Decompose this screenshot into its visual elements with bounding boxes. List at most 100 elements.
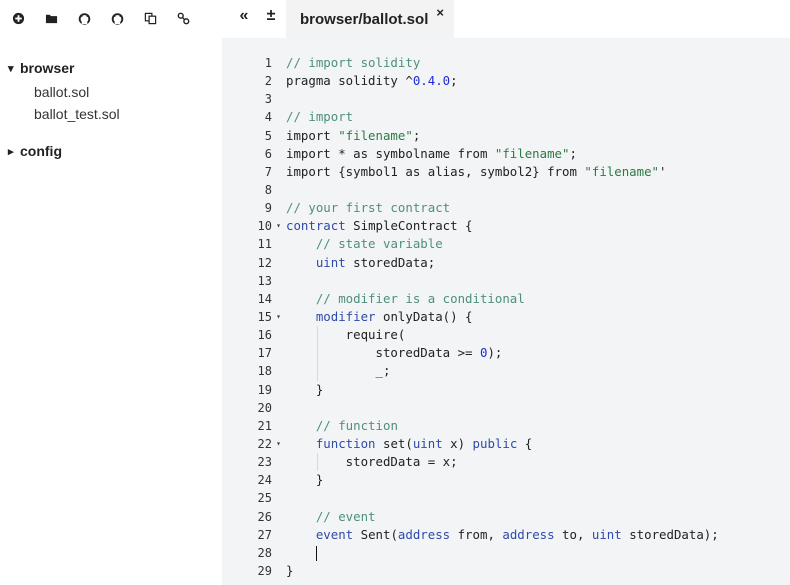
open-folder-button[interactable] — [41, 8, 61, 28]
caret-right-icon: ▸ — [8, 145, 14, 158]
code-token-plain: import * as symbolname from — [286, 145, 495, 161]
code-token-keyword: public — [472, 435, 518, 451]
collapse-panel-button[interactable]: « — [236, 6, 252, 26]
code-line[interactable]: contract SimpleContract { — [286, 217, 786, 235]
folder-icon — [45, 14, 57, 23]
fold-toggle-icon[interactable]: ▾ — [276, 217, 281, 235]
tree-file-item[interactable]: ballot.sol — [8, 81, 120, 103]
code-token-plain: x) — [442, 435, 473, 451]
publish-gist-button[interactable] — [74, 8, 94, 28]
code-line[interactable]: } — [286, 381, 786, 399]
code-token-plain: storedData); — [621, 526, 719, 542]
code-line[interactable]: _; — [286, 362, 786, 381]
increase-font-button[interactable]: ± — [263, 6, 279, 26]
line-number: 10 ▾ — [222, 217, 281, 235]
code-token-plain: ' — [659, 163, 667, 179]
tree-file-item[interactable]: ballot_test.sol — [8, 103, 120, 125]
line-number: 15 ▾ — [222, 308, 281, 326]
code-line[interactable]: // function — [286, 417, 786, 435]
code-line[interactable]: // modifier is a conditional — [286, 290, 786, 308]
code-token-plain: to, — [554, 526, 592, 542]
tree-folder-label: config — [20, 143, 62, 159]
line-number: 19 — [257, 382, 272, 397]
code-token-keyword: function — [315, 435, 376, 451]
github-alt-icon — [111, 12, 123, 25]
code-line[interactable]: storedData = x; — [286, 453, 786, 472]
line-number: 13 — [257, 273, 272, 288]
update-gist-button[interactable] — [107, 8, 127, 28]
code-token-string: "filename" — [494, 145, 570, 161]
code-line[interactable]: // event — [286, 508, 786, 526]
code-line[interactable]: // state variable — [286, 235, 786, 253]
code-line[interactable]: // import solidity — [286, 54, 786, 72]
line-number: 22 ▾ — [222, 435, 281, 453]
tree-folder-config[interactable]: ▸ config — [8, 141, 120, 161]
code-line[interactable] — [286, 399, 786, 417]
code-line[interactable] — [286, 181, 786, 199]
fold-toggle-icon[interactable]: ▾ — [276, 308, 281, 326]
code-token-plain: set( — [375, 435, 413, 451]
line-number: 27 — [257, 527, 272, 542]
code-line[interactable]: uint storedData; — [286, 254, 786, 272]
indent-guide — [316, 362, 318, 381]
code-token-plain: ); — [487, 345, 503, 361]
code-line[interactable]: // import — [286, 108, 786, 126]
code-line[interactable]: import * as symbolname from "filename"; — [286, 145, 786, 163]
code-token-comment: // import — [286, 109, 354, 125]
code-token-string: "filename" — [338, 127, 413, 143]
plus-minus-icon: ± — [266, 7, 276, 24]
code-token-string: "filename" — [584, 163, 660, 179]
close-tab-icon[interactable]: × — [436, 5, 444, 20]
text-cursor — [315, 545, 318, 561]
create-new-file-button[interactable] — [8, 8, 28, 28]
line-number: 24 — [257, 473, 272, 488]
code-token-keyword: uint — [315, 254, 346, 270]
code-token-comment: // import solidity — [286, 55, 421, 70]
line-number: 29 — [257, 563, 272, 578]
code-content[interactable]: // import solidity pragma solidity ^0.4.0… — [286, 54, 786, 580]
code-token-plain: from, — [450, 526, 503, 542]
line-number-gutter: 1 2 3 4 5 6 7 8 9 10 ▾ 11 12 13 14 15 ▾ 16 17 18 19 20 21 22 ▾ 23… — [222, 54, 281, 580]
code-token-plain: } — [286, 381, 324, 397]
code-line[interactable] — [286, 272, 786, 290]
code-line[interactable] — [286, 544, 786, 562]
code-token-comment: // state variable — [315, 236, 443, 252]
code-token-keyword: event — [315, 526, 354, 542]
code-editor[interactable]: 1 2 3 4 5 6 7 8 9 10 ▾ 11 12 13 14 15 ▾ 16 17 18 19 20 21 22 ▾ 23… — [222, 38, 790, 585]
tab-label: browser/ballot.sol — [300, 10, 429, 28]
copy-files-button[interactable] — [140, 8, 160, 28]
code-token-plain: SimpleContract { — [345, 218, 473, 234]
code-line[interactable]: require( — [286, 326, 786, 345]
connect-localhost-button[interactable] — [173, 8, 193, 28]
code-line[interactable]: event Sent(address from, address to, uin… — [286, 526, 786, 544]
code-line[interactable] — [286, 90, 786, 108]
tab-ballot-sol[interactable]: browser/ballot.sol × — [286, 0, 454, 38]
code-line[interactable]: pragma solidity ^0.4.0; — [286, 72, 786, 90]
code-token-plain: ; — [569, 145, 577, 161]
code-token-plain: } — [286, 562, 294, 578]
code-line[interactable] — [286, 489, 786, 507]
line-number: 23 — [257, 455, 272, 470]
indent-guide — [316, 453, 318, 472]
line-number: 1 — [264, 56, 272, 70]
code-line[interactable]: import {symbol1 as alias, symbol2} from … — [286, 163, 786, 181]
code-line[interactable]: modifier onlyData() { — [286, 308, 786, 326]
fold-toggle-icon[interactable]: ▾ — [276, 435, 281, 453]
code-line[interactable]: // your first contract — [286, 199, 786, 217]
code-line[interactable]: } — [286, 562, 786, 580]
code-line[interactable]: storedData >= 0); — [286, 344, 786, 363]
tree-folder-browser[interactable]: ▾ browser — [8, 58, 120, 78]
code-token-comment: // modifier is a conditional — [315, 290, 525, 306]
code-token-keyword: uint — [591, 526, 622, 542]
code-token-plain: import — [286, 127, 339, 143]
code-token-plain: pragma solidity ^ — [286, 73, 413, 89]
file-explorer-panel: ▾ browser ballot.sol ballot_test.sol ▸ config — [0, 0, 222, 585]
code-line[interactable]: } — [286, 471, 786, 489]
code-token-comment: // event — [315, 508, 376, 524]
caret-down-icon: ▾ — [8, 62, 14, 75]
code-line[interactable]: import "filename"; — [286, 127, 786, 145]
code-line[interactable]: function set(uint x) public { — [286, 435, 786, 453]
